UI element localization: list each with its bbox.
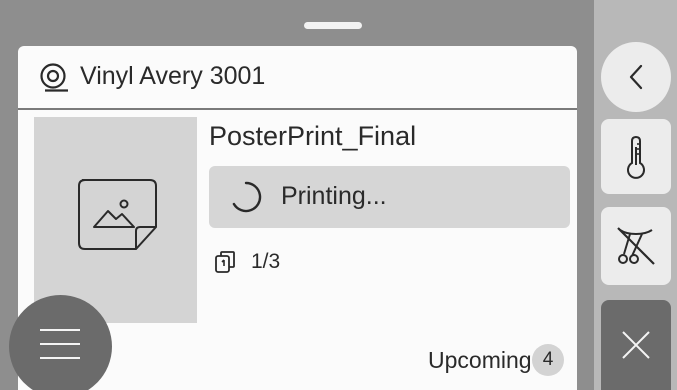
media-roll-icon: [36, 61, 70, 93]
cutter-button[interactable]: [601, 207, 671, 285]
upcoming-label: Upcoming: [428, 347, 532, 373]
job-thumbnail: [34, 117, 197, 323]
job-name: PosterPrint_Final: [209, 121, 417, 151]
side-panel: [594, 0, 677, 390]
close-icon: [622, 331, 650, 359]
menu-button[interactable]: [9, 295, 112, 390]
temperature-button[interactable]: [601, 119, 671, 194]
cancel-button[interactable]: [601, 300, 671, 390]
job-status-bar: Printing...: [209, 166, 570, 228]
media-name: Vinyl Avery 3001: [80, 62, 266, 90]
job-status-text: Printing...: [281, 182, 387, 210]
copies-count: 1/3: [251, 250, 281, 273]
media-header: Vinyl Avery 3001: [18, 46, 577, 110]
upcoming-count-badge[interactable]: 4: [532, 344, 564, 376]
back-button[interactable]: [601, 42, 671, 112]
copies-icon: [214, 250, 236, 274]
chevron-left-icon: [629, 64, 643, 90]
spinner-icon: [229, 180, 263, 214]
hamburger-menu-icon: [40, 329, 80, 359]
thermometer-icon: [627, 135, 645, 179]
cutter-off-icon: [617, 227, 655, 265]
upcoming-queue[interactable]: Upcoming: [428, 343, 532, 377]
main-area: Vinyl Avery 3001 PosterPrint_Final Print…: [0, 0, 594, 390]
drag-handle[interactable]: [304, 22, 362, 29]
image-placeholder-icon: [78, 179, 157, 250]
